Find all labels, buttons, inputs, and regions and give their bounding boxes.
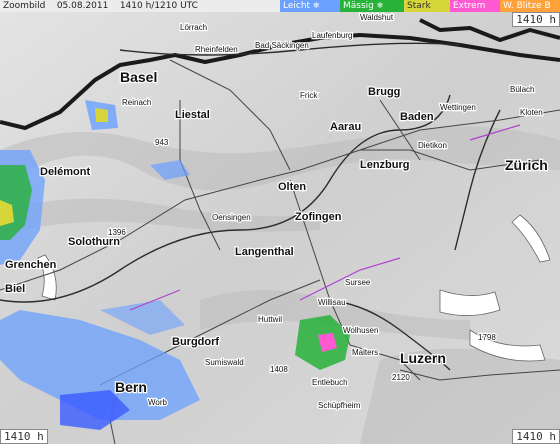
- radar-map-view: Basel Zürich Bern Luzern Olten Aarau Bru…: [0, 0, 560, 444]
- label-basel: Basel: [120, 69, 157, 85]
- label-delemont: Delémont: [40, 166, 90, 178]
- label-lenzburg: Lenzburg: [360, 159, 410, 171]
- legend-extrem: Extrem: [450, 0, 500, 12]
- label-kloten: Kloten: [520, 108, 543, 117]
- label-bern: Bern: [115, 379, 147, 395]
- label-schupfheim: Schüpfheim: [318, 401, 361, 410]
- legend-date: 05.08.2011: [56, 1, 109, 11]
- legend-bar: Zoombild 05.08.2011 1410 h/1210 UTC Leic…: [0, 0, 560, 12]
- elevation-1408: 1408: [270, 365, 288, 374]
- label-zofingen: Zofingen: [295, 211, 342, 223]
- label-baden: Baden: [400, 111, 434, 123]
- label-worb: Worb: [148, 398, 168, 407]
- legend-blitze: W. Blitze B: [500, 0, 560, 12]
- label-zurich: Zürich: [505, 157, 548, 173]
- label-bad-sackingen: Bad Säckingen: [255, 41, 309, 50]
- label-frick: Frick: [300, 91, 318, 100]
- legend-leicht: Leicht ❄: [280, 0, 340, 12]
- time-stamp-bottom-left: 1410 h: [0, 429, 48, 444]
- time-stamp-top-right: 1410 h: [512, 12, 560, 27]
- label-biel: Biel: [5, 283, 25, 295]
- label-rheinfelden: Rheinfelden: [195, 45, 238, 54]
- legend-stark: Stark: [404, 0, 450, 12]
- label-luzern: Luzern: [400, 350, 446, 366]
- legend-title: Zoombild 05.08.2011 1410 h/1210 UTC: [0, 0, 280, 12]
- label-lorrach: Lörrach: [180, 23, 207, 32]
- snowflake-icon: ❄: [312, 1, 320, 10]
- label-langenthal: Langenthal: [235, 246, 294, 258]
- elevation-1798: 1798: [478, 333, 496, 342]
- label-sursee: Sursee: [345, 278, 371, 287]
- legend-massig: Mässig ❄: [340, 0, 404, 12]
- elevation-1396: 1396: [108, 228, 126, 237]
- label-liestal: Liestal: [175, 109, 210, 121]
- elevation-2120: 2120: [392, 373, 410, 382]
- label-malters: Malters: [352, 348, 378, 357]
- label-burgdorf: Burgdorf: [172, 336, 219, 348]
- label-reinach: Reinach: [122, 98, 151, 107]
- label-bulach: Bülach: [510, 85, 534, 94]
- label-grenchen: Grenchen: [5, 259, 57, 271]
- label-willisau: Willisau: [318, 298, 346, 307]
- label-oensingen: Oensingen: [212, 213, 251, 222]
- radar-map: Basel Zürich Bern Luzern Olten Aarau Bru…: [0, 0, 560, 444]
- label-brugg: Brugg: [368, 86, 400, 98]
- elevation-943: 943: [155, 138, 169, 147]
- snowflake-icon: ❄: [376, 1, 384, 10]
- label-laufenburg: Laufenburg: [312, 31, 352, 40]
- label-sumiswald: Sumiswald: [205, 358, 244, 367]
- time-stamp-bottom-right: 1410 h: [512, 429, 560, 444]
- label-olten: Olten: [278, 181, 306, 193]
- label-wolhusen: Wolhusen: [343, 326, 378, 335]
- label-entlebuch: Entlebuch: [312, 378, 348, 387]
- label-dietikon: Dietikon: [418, 141, 447, 150]
- label-huttwil: Huttwil: [258, 315, 282, 324]
- legend-time: 1410 h/1210 UTC: [119, 1, 198, 11]
- legend-product: Zoombild: [3, 1, 46, 11]
- label-wettingen: Wettingen: [440, 103, 476, 112]
- label-aarau: Aarau: [330, 121, 361, 133]
- label-waldshut: Waldshut: [360, 13, 394, 22]
- label-solothurn: Solothurn: [68, 236, 120, 248]
